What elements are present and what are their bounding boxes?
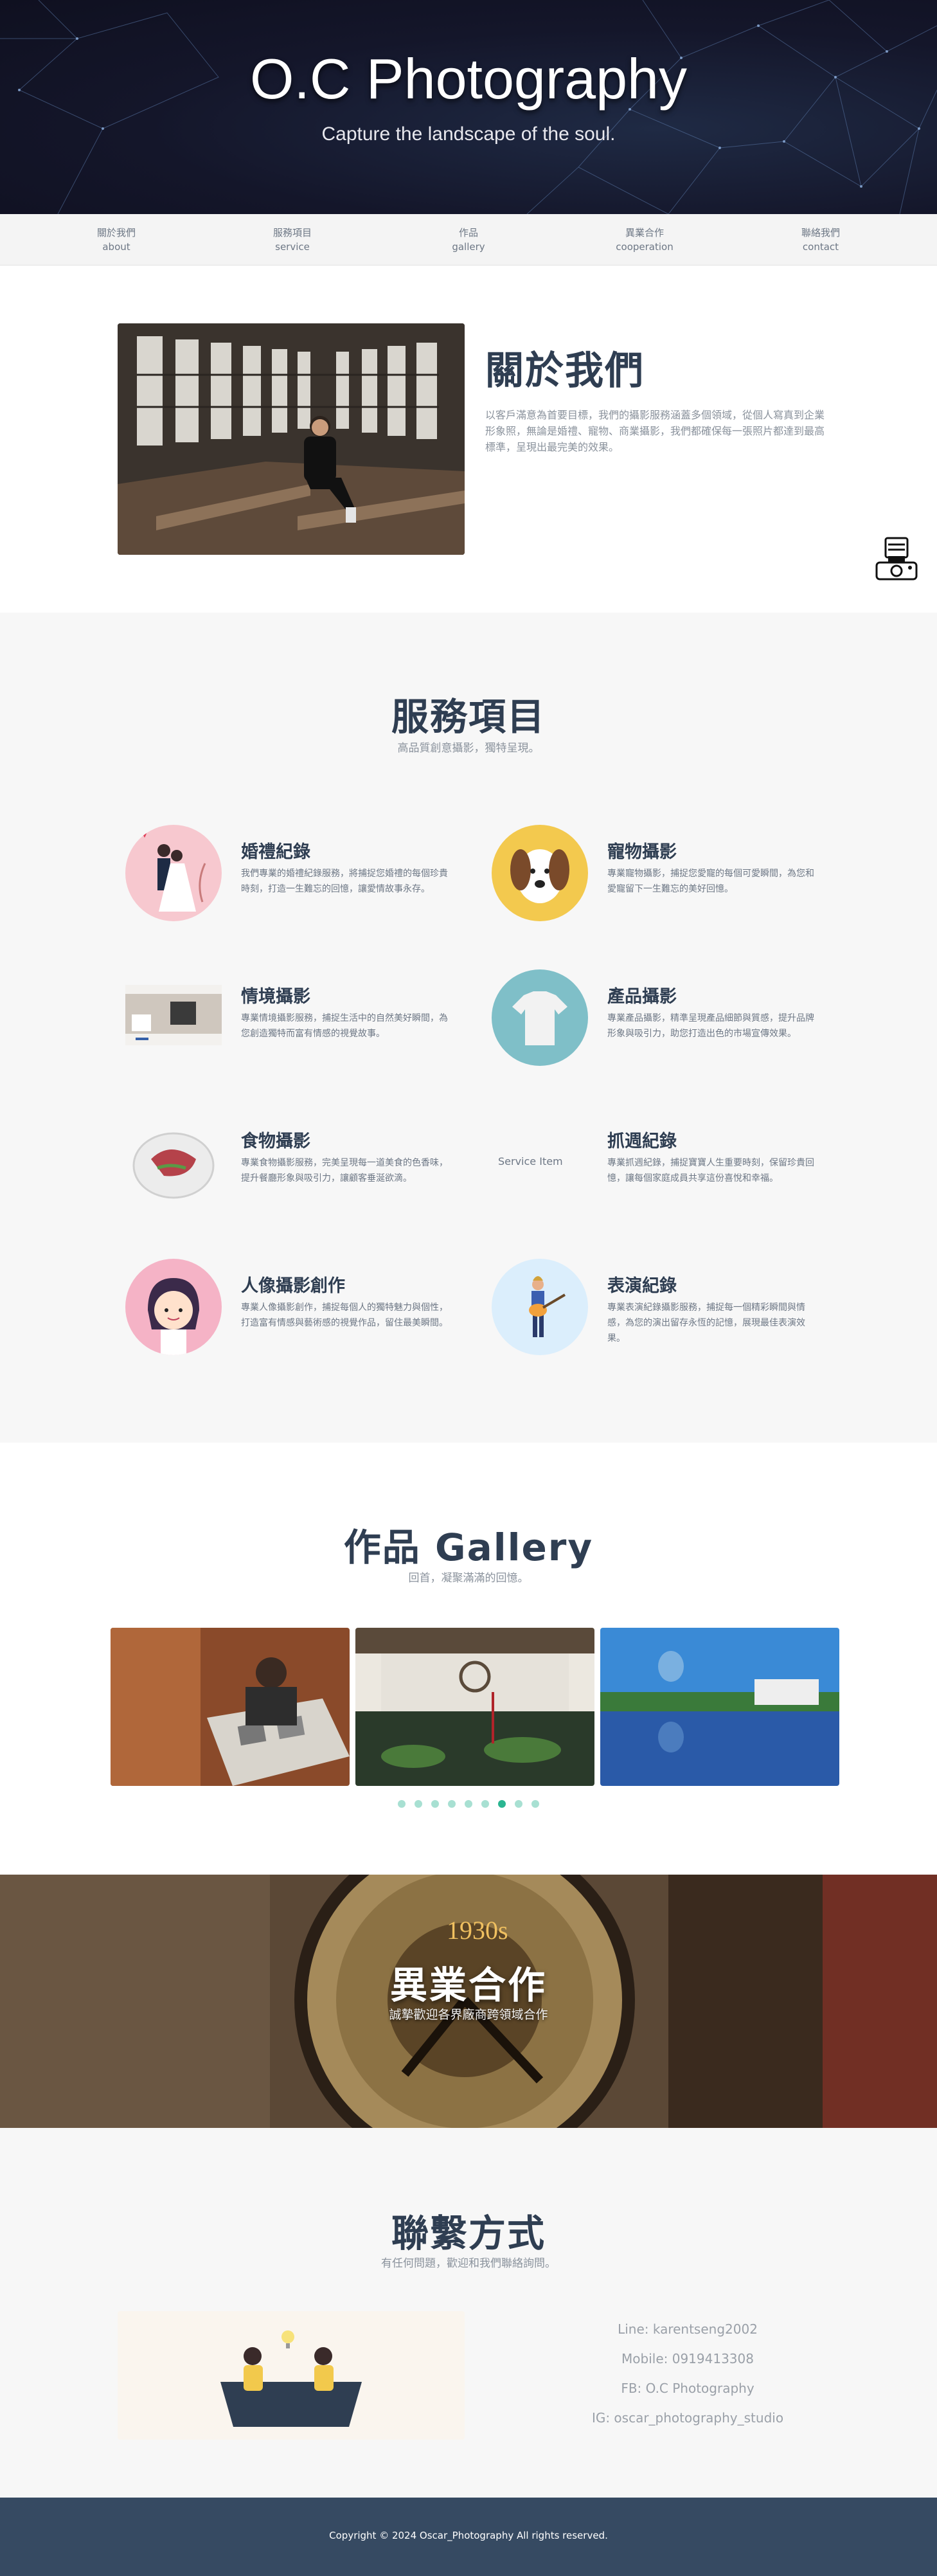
scene-photo — [125, 969, 222, 1066]
nav-label-zh: 關於我們 — [96, 227, 136, 239]
clock-sign-text: 1930s — [447, 1916, 508, 1945]
service-image-broken: Service Item — [492, 1114, 588, 1211]
service-title: 情境攝影 — [241, 987, 310, 1007]
about-title: 關於我們 — [485, 348, 645, 393]
cooperation-subtitle: 誠摯歡迎各界廠商跨領域合作 — [389, 2008, 548, 2022]
service-desc: 專業人像攝影創作，捕捉每個人的獨特魅力與個性，打造富有情感與藝術感的視覺作品，留… — [241, 1302, 448, 1328]
wedding-illustration — [125, 825, 222, 921]
about-text: 以客戶滿意為首要目標，我們的攝影服務涵蓋多個領域，從個人寫真到企業形象照，無論是… — [485, 409, 825, 453]
service-desc: 專業產品攝影，精準呈現產品細節與質感，提升品牌形象與吸引力，助您打造出色的市場宣… — [607, 1013, 814, 1039]
nav-label-en: cooperation — [616, 241, 674, 253]
service-item-birthday[interactable]: Service Item 抓週紀錄 專業抓週紀錄，捕捉寶寶人生重要時刻，保留珍貴… — [492, 1114, 852, 1217]
contact-subtitle: 有任何問題，歡迎和我們聯絡詢問。 — [381, 2257, 556, 2270]
contact-mobile[interactable]: Mobile: 0919413308 — [533, 2344, 842, 2373]
steak-illustration — [125, 1114, 222, 1211]
nav-label-zh: 作品 — [458, 227, 478, 239]
gallery-dot[interactable] — [448, 1800, 456, 1808]
nav-label-en: service — [275, 241, 310, 253]
nav-item-about[interactable]: 關於我們 about — [28, 214, 204, 265]
contact-title: 聯繫方式 — [391, 2211, 546, 2255]
service-desc: 專業抓週紀錄，捕捉寶寶人生重要時刻，保留珍貴回憶，讓每個家庭成員共享這份喜悅和幸… — [607, 1158, 814, 1184]
gallery-photo-pond[interactable] — [355, 1628, 594, 1786]
guitarist-illustration — [492, 1259, 588, 1355]
gallery-dot[interactable] — [431, 1800, 439, 1808]
service-item-performance[interactable]: 表演紀錄 專業表演紀錄攝影服務，捕捉每一個精彩瞬間與情感，為您的演出留存永恆的記… — [492, 1259, 852, 1362]
about-photo — [118, 323, 465, 555]
service-title: 產品攝影 — [607, 987, 677, 1007]
service-title: 抓週紀錄 — [607, 1131, 677, 1151]
contact-instagram[interactable]: IG: oscar_photography_studio — [533, 2403, 842, 2433]
service-desc: 專業情境攝影服務，捕捉生活中的自然美好瞬間，為您創造獨特而富有情感的視覺故事。 — [241, 1013, 448, 1039]
nav-item-service[interactable]: 服務項目 service — [204, 214, 380, 265]
nav-item-cooperation[interactable]: 異業合作 cooperation — [557, 214, 733, 265]
gallery-dot-active[interactable] — [498, 1800, 506, 1808]
gallery-dot[interactable] — [415, 1800, 422, 1808]
nav-label-en: contact — [802, 241, 839, 253]
gallery-dot[interactable] — [515, 1800, 522, 1808]
hero-banner: O.C Photography Capture the landscape of… — [0, 0, 937, 214]
service-desc: 專業食物攝影服務，完美呈現每一道美食的色香味，提升餐廳形象與吸引力，讓顧客垂涎欲… — [241, 1158, 448, 1184]
gallery-dot[interactable] — [481, 1800, 489, 1808]
contact-line-id[interactable]: Line: karentseng2002 — [533, 2314, 842, 2344]
service-title: 食物攝影 — [241, 1131, 310, 1151]
service-item-food[interactable]: 食物攝影 專業食物攝影服務，完美呈現每一道美食的色香味，提升餐廳形象與吸引力，讓… — [125, 1114, 485, 1217]
nav-label-en: gallery — [452, 241, 485, 253]
service-item-scene[interactable]: 情境攝影 專業情境攝影服務，捕捉生活中的自然美好瞬間，為您創造獨特而富有情感的視… — [125, 969, 485, 1072]
footer: Copyright © 2024 Oscar_Photography All r… — [0, 2498, 937, 2576]
tshirt-illustration — [492, 969, 588, 1066]
gallery-subtitle: 回首，凝聚滿滿的回憶。 — [408, 1572, 529, 1585]
gallery-title: 作品 Gallery — [343, 1526, 594, 1569]
contact-info: Line: karentseng2002 Mobile: 0919413308 … — [533, 2314, 842, 2433]
services-section: 服務項目 高品質創意攝影，獨特呈現。 婚禮紀錄 我們專業的婚禮紀錄服務，將捕捉您… — [0, 613, 937, 1443]
camera-icon[interactable] — [873, 534, 920, 582]
nav-item-contact[interactable]: 聯絡我們 contact — [733, 214, 909, 265]
contact-facebook[interactable]: FB: O.C Photography — [533, 2373, 842, 2403]
service-item-portrait[interactable]: 人像攝影創作 專業人像攝影創作，捕捉每個人的獨特魅力與個性，打造富有情感與藝術感… — [125, 1259, 485, 1362]
service-title: 表演紀錄 — [607, 1276, 677, 1296]
service-item-product[interactable]: 產品攝影 專業產品攝影，精準呈現產品細節與質感，提升品牌形象與吸引力，助您打造出… — [492, 969, 852, 1072]
gallery-dot[interactable] — [465, 1800, 472, 1808]
nav-label-zh: 聯絡我們 — [801, 227, 840, 239]
gallery-photo-waterfront[interactable] — [600, 1628, 839, 1786]
services-title: 服務項目 — [391, 695, 546, 739]
nav-item-gallery[interactable]: 作品 gallery — [380, 214, 557, 265]
gallery-dot[interactable] — [398, 1800, 406, 1808]
girl-illustration — [125, 1259, 222, 1355]
nav-label-zh: 服務項目 — [272, 227, 312, 239]
service-title: 人像攝影創作 — [241, 1276, 345, 1296]
service-desc: 專業寵物攝影，捕捉您愛寵的每個可愛瞬間，為您和愛寵留下一生難忘的美好回憶。 — [607, 869, 814, 894]
service-item-wedding[interactable]: 婚禮紀錄 我們專業的婚禮紀錄服務，將捕捉您婚禮的每個珍貴時刻，打造一生難忘的回憶… — [125, 825, 485, 928]
main-nav: 關於我們 about 服務項目 service 作品 gallery 異業合作 … — [0, 214, 937, 266]
site-tagline: Capture the landscape of the soul. — [321, 123, 616, 145]
cooperation-section: 1930s 異業合作 誠摯歡迎各界廠商跨領域合作 — [0, 1875, 937, 2128]
about-section: 關於我們 以客戶滿意為首要目標，我們的攝影服務涵蓋多個領域，從個人寫真到企業形象… — [0, 266, 937, 613]
gallery-dot[interactable] — [531, 1800, 539, 1808]
gallery-section: 作品 Gallery 回首，凝聚滿滿的回憶。 — [0, 1443, 937, 1875]
contact-section: 聯繫方式 有任何問題，歡迎和我們聯絡詢問。 Line: karentseng20… — [0, 2128, 937, 2498]
service-desc: 專業表演紀錄攝影服務，捕捉每一個精彩瞬間與情感，為您的演出留存永恆的記憶，展現最… — [607, 1302, 805, 1344]
service-title: 寵物攝影 — [607, 842, 677, 862]
contact-illustration — [118, 2311, 465, 2440]
service-title: 婚禮紀錄 — [241, 842, 310, 862]
nav-label-en: about — [102, 241, 130, 253]
service-desc: 我們專業的婚禮紀錄服務，將捕捉您婚禮的每個珍貴時刻，打造一生難忘的回憶，讓愛情故… — [241, 869, 448, 894]
nav-label-zh: 異業合作 — [625, 227, 664, 239]
dog-illustration — [492, 825, 588, 921]
cooperation-title: 異業合作 — [389, 1963, 547, 2007]
copyright-text: Copyright © 2024 Oscar_Photography All r… — [329, 2530, 608, 2541]
services-subtitle: 高品質創意攝影，獨特呈現。 — [397, 742, 540, 755]
image-alt-text: Service Item — [498, 1155, 563, 1167]
service-item-pet[interactable]: 寵物攝影 專業寵物攝影，捕捉您愛寵的每個可愛瞬間，為您和愛寵留下一生難忘的美好回… — [492, 825, 852, 928]
gallery-pagination — [0, 1800, 937, 1808]
site-title: O.C Photography — [250, 47, 687, 111]
gallery-photo-market[interactable] — [111, 1628, 350, 1786]
